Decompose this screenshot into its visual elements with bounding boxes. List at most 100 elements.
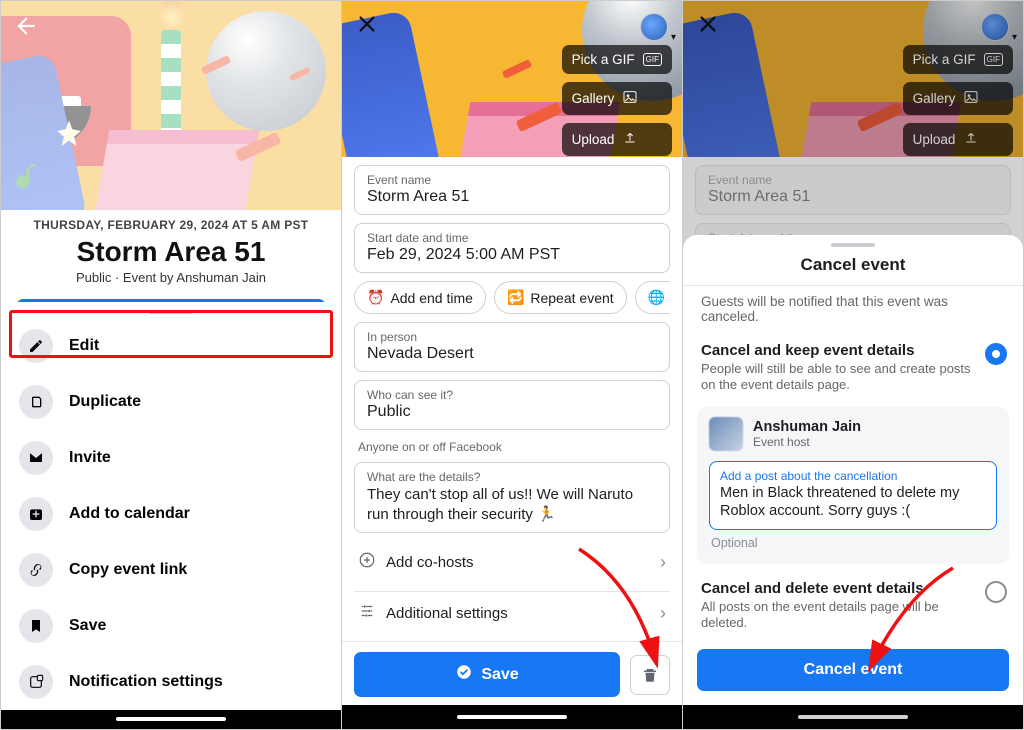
action-sheet: Edit Duplicate Invite Add to calendar	[1, 302, 341, 710]
delete-button[interactable]	[630, 655, 670, 695]
chevron-right-icon: ›	[660, 603, 666, 624]
cancellation-post-field[interactable]: Add a post about the cancellation Men in…	[709, 461, 997, 529]
cancel-event-button[interactable]: Cancel event	[697, 649, 1009, 691]
value: Public	[367, 403, 657, 421]
clock-icon: ⏰	[367, 289, 384, 306]
menu-save-label: Save	[69, 617, 106, 635]
menu-notification-settings[interactable]: Notification settings	[1, 654, 341, 710]
menu-edit[interactable]: Edit	[1, 318, 341, 374]
close-icon[interactable]	[356, 11, 378, 42]
menu-duplicate[interactable]: Duplicate	[1, 374, 341, 430]
image-icon	[622, 89, 638, 108]
field-value: Men in Black threatened to delete my Rob…	[720, 484, 986, 520]
bookmark-icon	[19, 609, 53, 643]
event-date: THURSDAY, FEBRUARY 29, 2024 AT 5 AM PST	[21, 218, 321, 232]
field-label: Add a post about the cancellation	[720, 469, 986, 483]
chip-label: Pick a GIF	[572, 52, 635, 67]
field-privacy[interactable]: Who can see it? Public	[354, 380, 670, 430]
pencil-icon	[19, 329, 53, 363]
event-header: THURSDAY, FEBRUARY 29, 2024 AT 5 AM PST …	[1, 210, 341, 291]
upload-icon	[622, 130, 638, 149]
sheet-grabber[interactable]	[831, 243, 875, 247]
label: Start date and time	[367, 231, 657, 245]
host-role: Event host	[753, 435, 861, 449]
option-title: Cancel and delete event details	[701, 580, 975, 597]
pill-add-end-time[interactable]: ⏰ Add end time	[354, 281, 486, 314]
host-card: Anshuman Jain Event host Add a post abou…	[697, 407, 1009, 563]
row-additional-settings[interactable]: Additional settings ›	[354, 591, 670, 634]
menu-edit-label: Edit	[69, 337, 99, 355]
field-location[interactable]: In person Nevada Desert	[354, 322, 670, 372]
menu-duplicate-label: Duplicate	[69, 393, 141, 411]
label: Who can see it?	[367, 388, 657, 402]
repeat-icon: 🔁	[507, 289, 524, 306]
menu-copy-link-label: Copy event link	[69, 561, 187, 579]
envelope-icon	[19, 441, 53, 475]
modal-notice: Guests will be notified that this event …	[683, 286, 1023, 336]
copy-page-icon	[19, 385, 53, 419]
trash-icon	[641, 666, 659, 684]
globe-icon: 🌐	[648, 289, 665, 306]
menu-save[interactable]: Save	[1, 598, 341, 654]
field-start-date[interactable]: Start date and time Feb 29, 2024 5:00 AM…	[354, 223, 670, 273]
row-add-cohosts[interactable]: Add co-hosts ›	[354, 541, 670, 583]
back-icon[interactable]	[13, 13, 39, 46]
pill-location[interactable]: 🌐 Los Angel	[635, 281, 670, 314]
chip-gallery[interactable]: Gallery	[562, 82, 672, 115]
value: Feb 29, 2024 5:00 AM PST	[367, 246, 657, 264]
chip-pick-gif[interactable]: Pick a GIF GIF	[562, 45, 672, 74]
option-title: Cancel and keep event details	[701, 342, 975, 359]
profile-avatar[interactable]	[640, 13, 668, 41]
option-keep-details[interactable]: Cancel and keep event details People wil…	[683, 336, 1023, 400]
radio-unselected[interactable]	[985, 581, 1007, 603]
menu-add-calendar-label: Add to calendar	[69, 505, 190, 523]
plus-circle-icon	[358, 551, 376, 573]
notification-settings-icon	[19, 665, 53, 699]
pill-repeat-event[interactable]: 🔁 Repeat event	[494, 281, 627, 314]
value: Storm Area 51	[367, 188, 657, 206]
label: Event name	[367, 173, 657, 187]
modal-title: Cancel event	[683, 251, 1023, 285]
label: In person	[367, 330, 657, 344]
menu-invite-label: Invite	[69, 449, 111, 467]
link-icon	[19, 553, 53, 587]
option-desc: All posts on the event details page will…	[701, 599, 975, 632]
system-nav-bar	[1, 710, 341, 729]
button-label: Cancel event	[804, 661, 903, 678]
pill-label: Add end time	[390, 290, 473, 306]
menu-add-calendar[interactable]: Add to calendar	[1, 486, 341, 542]
chevron-right-icon: ›	[660, 552, 666, 573]
gif-icon: GIF	[643, 53, 662, 66]
check-circle-icon	[455, 663, 473, 686]
host-name: Anshuman Jain	[753, 419, 861, 435]
optional-label: Optional	[709, 530, 997, 552]
row-label: Additional settings	[386, 605, 508, 622]
event-cover	[1, 1, 341, 210]
save-button[interactable]: Save	[354, 652, 620, 697]
menu-copy-link[interactable]: Copy event link	[1, 542, 341, 598]
menu-notif-label: Notification settings	[69, 673, 223, 691]
sheet-grabber[interactable]	[149, 310, 193, 314]
save-label: Save	[481, 666, 518, 684]
pill-label: Repeat event	[530, 290, 613, 306]
chip-upload[interactable]: Upload	[562, 123, 672, 156]
event-subtitle: Public · Event by Anshuman Jain	[21, 270, 321, 285]
host-avatar	[709, 417, 743, 451]
panel-event-menu: THURSDAY, FEBRUARY 29, 2024 AT 5 AM PST …	[1, 1, 342, 729]
value: Nevada Desert	[367, 345, 657, 363]
panel-cancel-modal: Pick a GIF GIF Gallery Upload Event name…	[683, 1, 1023, 729]
field-details[interactable]: What are the details? They can't stop al…	[354, 462, 670, 533]
system-nav-bar	[342, 705, 682, 729]
field-event-name[interactable]: Event name Storm Area 51	[354, 165, 670, 215]
row-label: Add co-hosts	[386, 554, 474, 571]
chip-label: Upload	[572, 132, 615, 147]
option-delete-details[interactable]: Cancel and delete event details All post…	[683, 574, 1023, 638]
privacy-helper: Anyone on or off Facebook	[354, 438, 670, 454]
settings-list-icon	[358, 602, 376, 624]
event-title: Storm Area 51	[21, 236, 321, 268]
cancel-event-modal: Cancel event Guests will be notified tha…	[683, 235, 1023, 705]
radio-selected[interactable]	[985, 343, 1007, 365]
chip-label: Gallery	[572, 91, 615, 106]
menu-invite[interactable]: Invite	[1, 430, 341, 486]
value: They can't stop all of us!! We will Naru…	[367, 485, 657, 524]
